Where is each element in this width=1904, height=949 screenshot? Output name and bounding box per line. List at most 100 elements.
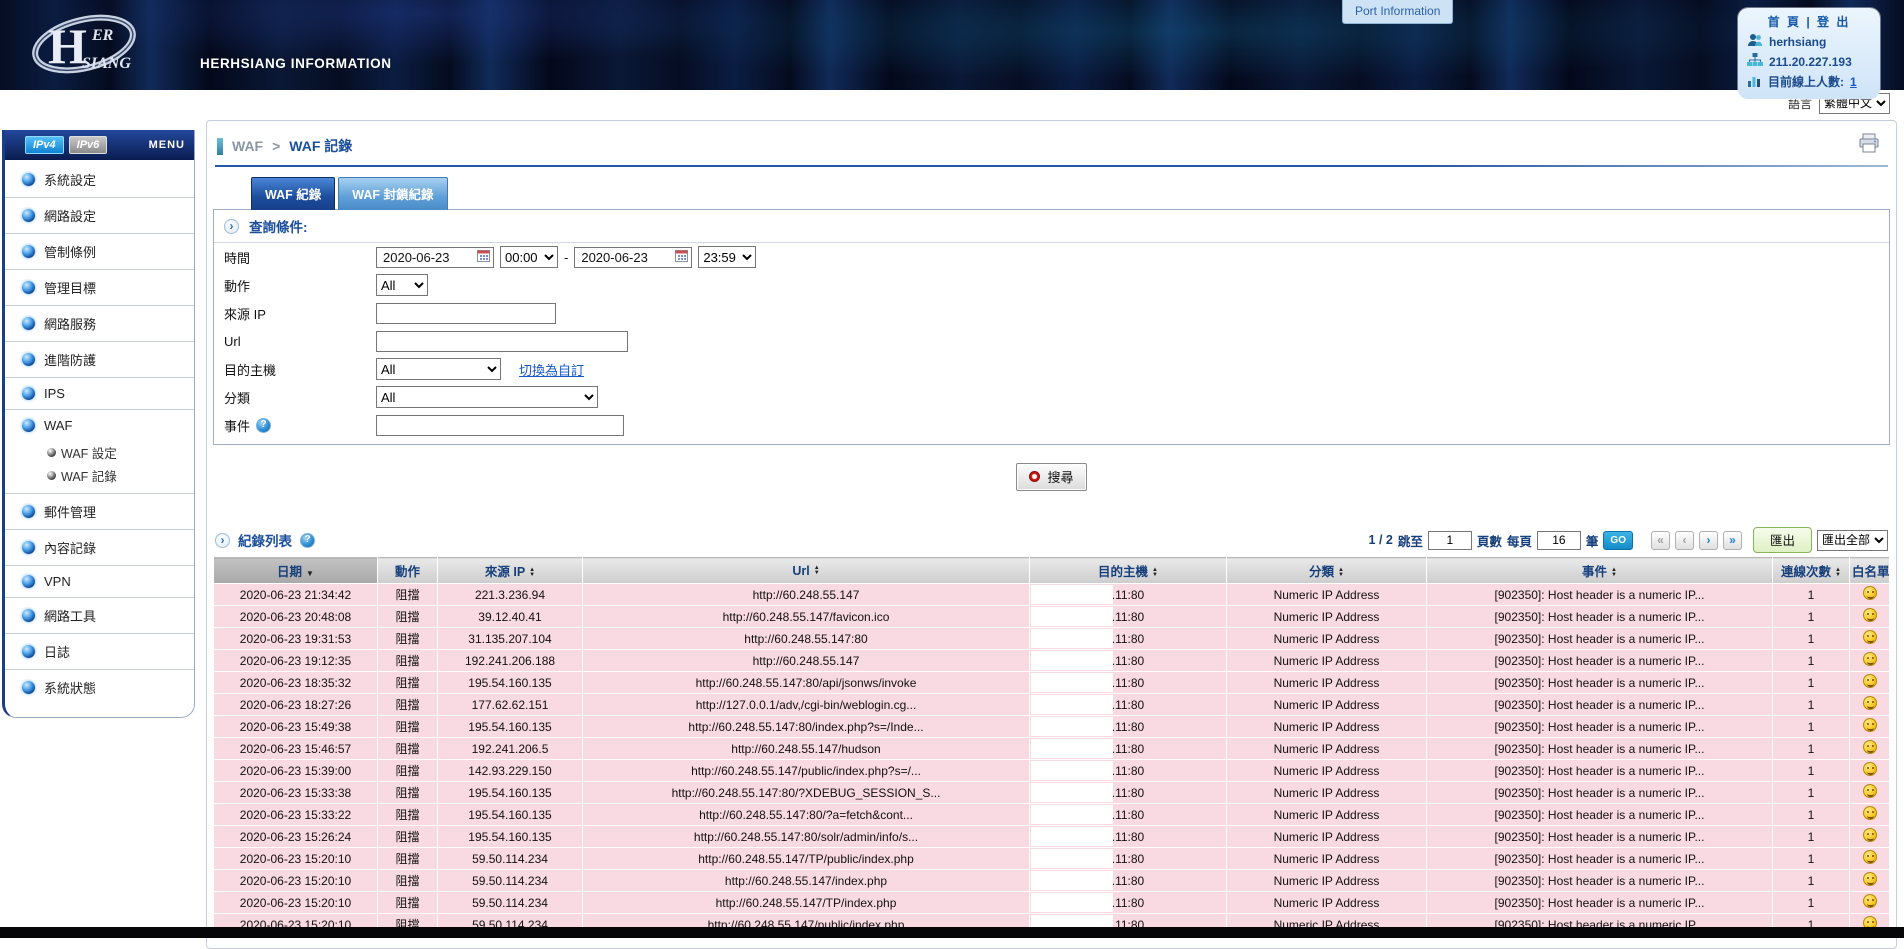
time-to-select[interactable]: 23:59 (698, 246, 757, 268)
tab-waf-records[interactable]: WAF 紀錄 (251, 177, 336, 210)
url-input[interactable] (376, 330, 628, 352)
sort-desc-icon: ▼ (306, 569, 314, 578)
sidebar-item-link[interactable]: 網路工具 (5, 598, 194, 633)
printer-icon[interactable] (1858, 133, 1880, 158)
bullet-icon (22, 173, 35, 186)
column-header[interactable]: 事件 ▲ ▼ (1426, 557, 1773, 584)
event-input[interactable] (376, 414, 624, 436)
smiley-icon[interactable] (1862, 696, 1877, 710)
time-label: 時間 (224, 250, 251, 266)
sidebar-item-link[interactable]: 網路設定 (5, 198, 194, 233)
column-header[interactable]: 連線次數 ▲ ▼ (1772, 557, 1850, 584)
smiley-icon[interactable] (1862, 872, 1877, 886)
column-header[interactable]: 分類 ▲ ▼ (1226, 557, 1427, 584)
sidebar-item-link[interactable]: 日誌 (5, 634, 194, 669)
column-header[interactable]: 目的主機 ▲ ▼ (1029, 557, 1227, 584)
bullet-icon (22, 353, 35, 366)
sidebar-item: 進階防護 (5, 341, 194, 377)
herhsiang-logo: H ER SIANG (26, 6, 176, 89)
source-ip-row: 來源 IP (214, 299, 1889, 327)
sidebar-item-link[interactable]: 管理目標 (5, 270, 194, 305)
smiley-icon[interactable] (1862, 630, 1877, 644)
sidebar-item-link[interactable]: 系統狀態 (5, 670, 194, 705)
cell-event: [902350]: Host header is a numeric IP... (1426, 649, 1773, 672)
action-select[interactable]: All (376, 274, 428, 296)
sidebar-item-link[interactable]: 網路服務 (5, 306, 194, 341)
ipv4-tab[interactable]: IPv4 (25, 136, 64, 154)
jump-page-input[interactable] (1427, 530, 1472, 550)
round-arrow-icon[interactable]: › (224, 218, 239, 234)
sidebar-item-label: 進階防護 (44, 353, 97, 368)
smiley-icon[interactable] (1862, 652, 1877, 666)
export-button[interactable]: 匯出 (1752, 527, 1812, 553)
question-icon[interactable]: ? (256, 417, 272, 433)
per-page-input[interactable] (1536, 530, 1581, 550)
cell-date: 2020-06-23 15:20:10 (213, 847, 378, 870)
cell-whitelist (1849, 627, 1890, 650)
column-header[interactable]: 來源 IP ▲ ▼ (437, 557, 583, 584)
smiley-icon[interactable] (1862, 674, 1877, 688)
smiley-icon[interactable] (1862, 850, 1877, 864)
table-row: 2020-06-23 15:26:24 阻擋 195.54.160.135 http:… (213, 825, 1890, 848)
dest-host-label: 目的主機 (224, 362, 277, 378)
time-from-select[interactable]: 00:00 (500, 246, 558, 268)
dest-host-select[interactable]: All (376, 358, 501, 380)
query-conditions-header: › 查詢條件: (214, 210, 1889, 243)
go-button[interactable]: GO (1603, 530, 1633, 550)
calendar-icon[interactable] (675, 249, 689, 265)
sidebar-subitem-label: WAF 記錄 (61, 470, 117, 484)
ipv6-tab[interactable]: IPv6 (68, 136, 108, 154)
search-button[interactable]: 搜尋 (1016, 463, 1087, 491)
question-icon[interactable]: ? (300, 532, 315, 548)
cell-event: [902350]: Host header is a numeric IP... (1426, 825, 1773, 848)
smiley-icon[interactable] (1862, 894, 1877, 908)
cell-connection-count: 1 (1772, 627, 1850, 650)
cell-dest-host: .11:80 (1029, 671, 1227, 694)
date-from-input[interactable]: 2020-06-23 (376, 246, 494, 268)
export-all-select[interactable]: 匯出全部 (1817, 529, 1888, 551)
sidebar-subitem-link[interactable]: WAF 設定 (5, 441, 194, 464)
svg-text:SIANG: SIANG (82, 55, 131, 72)
date-to-input[interactable]: 2020-06-23 (574, 246, 693, 268)
sidebar-subitem-link[interactable]: WAF 記錄 (5, 464, 194, 487)
source-ip-input[interactable] (376, 302, 556, 324)
smiley-icon[interactable] (1862, 784, 1877, 798)
smiley-icon[interactable] (1862, 740, 1877, 754)
column-header[interactable]: 日期 ▼ (213, 557, 378, 584)
category-select[interactable]: All (376, 386, 598, 408)
home-link[interactable]: 首 頁 (1768, 15, 1801, 29)
smiley-icon[interactable] (1862, 806, 1877, 820)
smiley-icon[interactable] (1862, 608, 1877, 622)
switch-to-custom-link[interactable]: 切換為自訂 (519, 360, 584, 379)
sidebar-item: WAF WAF 設定 WAF 記錄 (5, 409, 194, 493)
first-page-button[interactable]: « (1650, 530, 1670, 550)
smiley-icon[interactable] (1862, 718, 1877, 732)
smiley-icon[interactable] (1862, 586, 1877, 600)
cell-date: 2020-06-23 20:48:08 (213, 605, 378, 628)
logout-link[interactable]: 登 出 (1817, 15, 1850, 29)
port-information-tab[interactable]: Port Information (1342, 0, 1454, 24)
prev-page-button[interactable]: ‹ (1674, 530, 1694, 550)
column-header[interactable]: Url ▲ ▼ (582, 557, 1030, 584)
sidebar-item-link[interactable]: 進階防護 (5, 342, 194, 377)
sidebar-item-link[interactable]: WAF (5, 410, 194, 441)
smiley-icon[interactable] (1862, 828, 1877, 842)
tab-waf-blocked-records[interactable]: WAF 封鎖紀錄 (338, 177, 448, 210)
ip-row: 211.20.227.193 (1747, 53, 1871, 70)
online-users-count[interactable]: 1 (1850, 75, 1857, 89)
sidebar-item-link[interactable]: 郵件管理 (5, 494, 194, 529)
sidebar-item-link[interactable]: 系統設定 (5, 162, 194, 197)
sidebar-item-link[interactable]: 內容記錄 (5, 530, 194, 565)
sidebar-item-link[interactable]: VPN (5, 566, 194, 597)
round-arrow-icon[interactable]: › (215, 532, 230, 548)
redaction-mask (1031, 673, 1113, 692)
dest-host-row: 目的主機 All 切換為自訂 (214, 355, 1889, 383)
calendar-icon[interactable] (477, 249, 490, 265)
last-page-button[interactable]: » (1722, 530, 1742, 550)
sidebar-item-link[interactable]: 管制條例 (5, 234, 194, 269)
table-row: 2020-06-23 18:27:26 阻擋 177.62.62.151 http:/… (213, 693, 1890, 716)
next-page-button[interactable]: › (1698, 530, 1718, 550)
sidebar-item-link[interactable]: IPS (5, 378, 194, 409)
smiley-icon[interactable] (1862, 762, 1877, 776)
cell-event: [902350]: Host header is a numeric IP... (1426, 759, 1773, 782)
